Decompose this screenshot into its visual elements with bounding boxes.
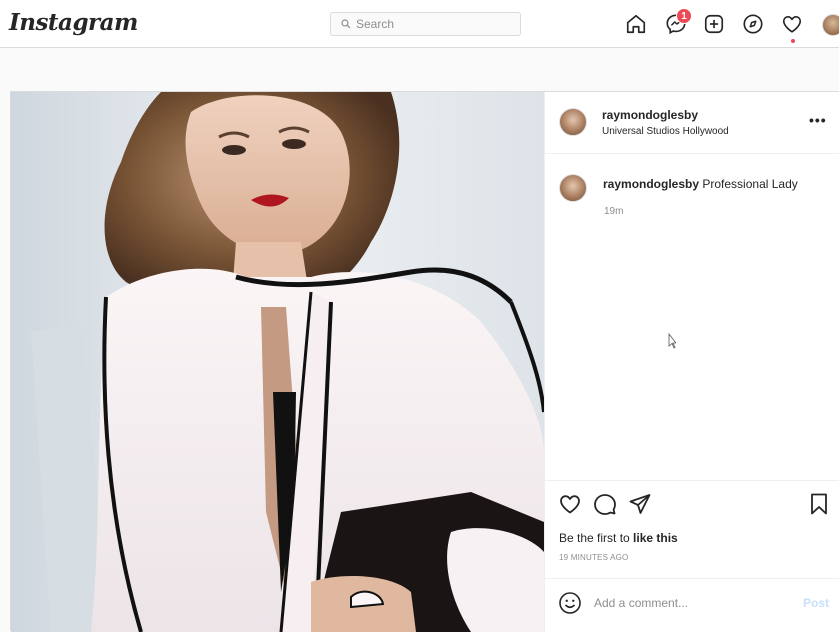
like-this-link[interactable]: like this	[633, 531, 678, 545]
search-icon	[341, 19, 351, 29]
emoji-icon[interactable]	[558, 591, 582, 615]
author-username[interactable]: raymondoglesby	[602, 108, 698, 122]
caption-avatar[interactable]	[559, 174, 587, 202]
text-cursor-icon	[668, 333, 676, 349]
new-post-icon[interactable]	[702, 12, 726, 36]
comment-icon[interactable]	[593, 492, 617, 516]
share-icon[interactable]	[628, 492, 652, 516]
explore-icon[interactable]	[741, 12, 765, 36]
post-photo[interactable]	[11, 92, 544, 632]
caption-username[interactable]: raymondoglesby	[603, 177, 699, 191]
post-comment-button[interactable]: Post	[803, 596, 829, 610]
home-icon[interactable]	[624, 12, 648, 36]
caption-text: raymondoglesby Professional Lady	[603, 177, 798, 191]
comment-input[interactable]	[594, 593, 794, 613]
like-heart-icon[interactable]	[558, 492, 582, 516]
profile-avatar[interactable]	[822, 14, 839, 36]
post-header: raymondoglesby Universal Studios Hollywo…	[545, 92, 839, 154]
instagram-logo[interactable]: Instagram	[9, 9, 138, 36]
post-image	[11, 92, 544, 632]
activity-heart-icon[interactable]	[780, 12, 804, 36]
likes-summary: Be the first to like this	[559, 531, 678, 545]
post-card: raymondoglesby Universal Studios Hollywo…	[10, 91, 839, 632]
messages-badge: 1	[676, 8, 692, 24]
caption-body: Professional Lady	[702, 177, 798, 191]
more-options-button[interactable]: •••	[809, 112, 827, 128]
post-actions: Be the first to like this 19 MINUTES AGO	[545, 480, 839, 578]
search-input[interactable]	[356, 17, 506, 31]
save-bookmark-icon[interactable]	[807, 492, 831, 516]
top-navigation-bar: Instagram 1	[0, 0, 839, 48]
post-sidebar: raymondoglesby Universal Studios Hollywo…	[544, 92, 839, 632]
activity-indicator-dot	[791, 39, 795, 43]
post-timestamp[interactable]: 19 MINUTES AGO	[559, 553, 628, 562]
search-box[interactable]	[330, 12, 521, 36]
author-avatar[interactable]	[559, 108, 587, 136]
post-location[interactable]: Universal Studios Hollywood	[602, 126, 729, 137]
likes-prefix: Be the first to	[559, 531, 634, 545]
caption-time[interactable]: 19m	[604, 206, 623, 217]
